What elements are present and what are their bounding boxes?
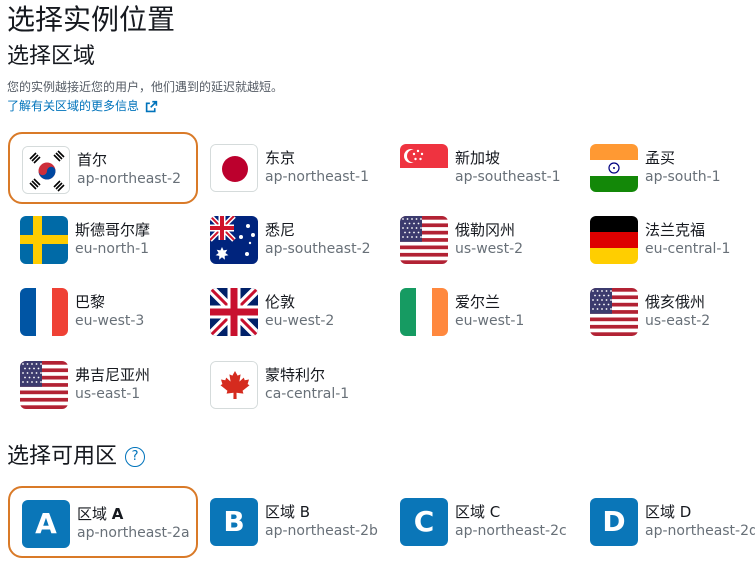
az-letter-icon: D [590, 498, 638, 546]
region-card-ireland[interactable]: 爱尔兰 eu-west-1 [388, 276, 578, 348]
az-code: ap-northeast-2b [265, 523, 378, 539]
australia-flag-icon [210, 216, 258, 264]
uk-flag-icon [210, 288, 258, 336]
az-letter-icon: A [22, 500, 70, 548]
az-letter-icon: C [400, 498, 448, 546]
region-name: 蒙特利尔 [265, 366, 326, 384]
region-card-seoul[interactable]: 首尔 ap-northeast-2 [8, 132, 198, 204]
region-card-sydney[interactable]: 悉尼 ap-southeast-2 [198, 204, 388, 276]
sweden-flag-icon [20, 216, 68, 264]
az-code: ap-northeast-2d [645, 523, 755, 539]
az-card-b[interactable]: B 区域 B ap-northeast-2b [198, 486, 388, 558]
external-link-icon [145, 100, 158, 113]
region-name: 悉尼 [265, 221, 296, 239]
region-card-stockholm[interactable]: 斯德哥尔摩 eu-north-1 [8, 204, 198, 276]
az-heading: 选择可用区 ? [7, 442, 146, 472]
region-description: 您的实例越接近您的用户，他们遇到的延迟就越短。 [7, 80, 284, 94]
az-name: 区域 B [265, 503, 311, 521]
region-name: 东京 [265, 149, 296, 167]
page-title: 选择实例位置 [7, 3, 176, 36]
region-card-oregon[interactable]: 俄勒冈州 us-west-2 [388, 204, 578, 276]
region-code: ap-south-1 [645, 169, 721, 185]
region-card-frankfurt[interactable]: 法兰克福 eu-central-1 [578, 204, 755, 276]
region-code: eu-west-3 [75, 313, 145, 329]
singapore-flag-icon [400, 144, 448, 192]
learn-more-label: 了解有关区域的更多信息 [7, 99, 140, 113]
region-name: 俄亥俄州 [645, 293, 706, 311]
az-card-a[interactable]: A 区域 A ap-northeast-2a [8, 486, 198, 558]
usa-flag-icon [20, 361, 68, 409]
region-name: 新加坡 [455, 149, 501, 167]
region-code: ca-central-1 [265, 386, 350, 402]
region-code: eu-north-1 [75, 241, 150, 257]
region-code: eu-west-1 [455, 313, 525, 329]
region-code: ap-southeast-2 [265, 241, 371, 257]
region-code: us-west-2 [455, 241, 524, 257]
region-name: 孟买 [645, 149, 676, 167]
region-name: 爱尔兰 [455, 293, 501, 311]
region-name: 斯德哥尔摩 [75, 221, 151, 239]
region-code: us-east-2 [645, 313, 711, 329]
az-code: ap-northeast-2a [77, 525, 190, 541]
az-code: ap-northeast-2c [455, 523, 567, 539]
region-card-mumbai[interactable]: 孟买 ap-south-1 [578, 132, 755, 204]
region-code: us-east-1 [75, 386, 141, 402]
region-name: 首尔 [77, 151, 108, 169]
region-name: 法兰克福 [645, 221, 706, 239]
ireland-flag-icon [400, 288, 448, 336]
region-card-london[interactable]: 伦敦 eu-west-2 [198, 276, 388, 348]
usa-flag-icon [590, 288, 638, 336]
az-name: 区域 A [77, 505, 124, 523]
india-flag-icon [590, 144, 638, 192]
france-flag-icon [20, 288, 68, 336]
help-icon[interactable]: ? [125, 447, 146, 467]
region-code: ap-southeast-1 [455, 169, 561, 185]
japan-flag-icon [210, 144, 258, 192]
region-code: ap-northeast-2 [77, 171, 182, 187]
region-card-tokyo[interactable]: 东京 ap-northeast-1 [198, 132, 388, 204]
region-card-montreal[interactable]: 蒙特利尔 ca-central-1 [198, 349, 388, 421]
region-card-singapore[interactable]: 新加坡 ap-southeast-1 [388, 132, 578, 204]
az-name: 区域 C [455, 503, 501, 521]
region-code: eu-west-2 [265, 313, 335, 329]
az-name: 区域 D [645, 503, 692, 521]
germany-flag-icon [590, 216, 638, 264]
canada-flag-icon [210, 361, 258, 409]
region-card-ohio[interactable]: 俄亥俄州 us-east-2 [578, 276, 755, 348]
learn-more-link[interactable]: 了解有关区域的更多信息 [7, 97, 158, 115]
region-code: ap-northeast-1 [265, 169, 370, 185]
region-code: eu-central-1 [645, 241, 731, 257]
az-letter-icon: B [210, 498, 258, 546]
region-card-paris[interactable]: 巴黎 eu-west-3 [8, 276, 198, 348]
south-korea-flag-icon [22, 146, 70, 194]
usa-flag-icon [400, 216, 448, 264]
az-heading-label: 选择可用区 [7, 444, 118, 469]
region-card-virginia[interactable]: 弗吉尼亚州 us-east-1 [8, 349, 198, 421]
az-card-c[interactable]: C 区域 C ap-northeast-2c [388, 486, 578, 558]
az-card-d[interactable]: D 区域 D ap-northeast-2d [578, 486, 755, 558]
region-heading: 选择区域 [7, 44, 96, 69]
region-name: 俄勒冈州 [455, 221, 516, 239]
region-name: 伦敦 [265, 293, 296, 311]
region-name: 巴黎 [75, 293, 106, 311]
region-name: 弗吉尼亚州 [75, 366, 151, 384]
